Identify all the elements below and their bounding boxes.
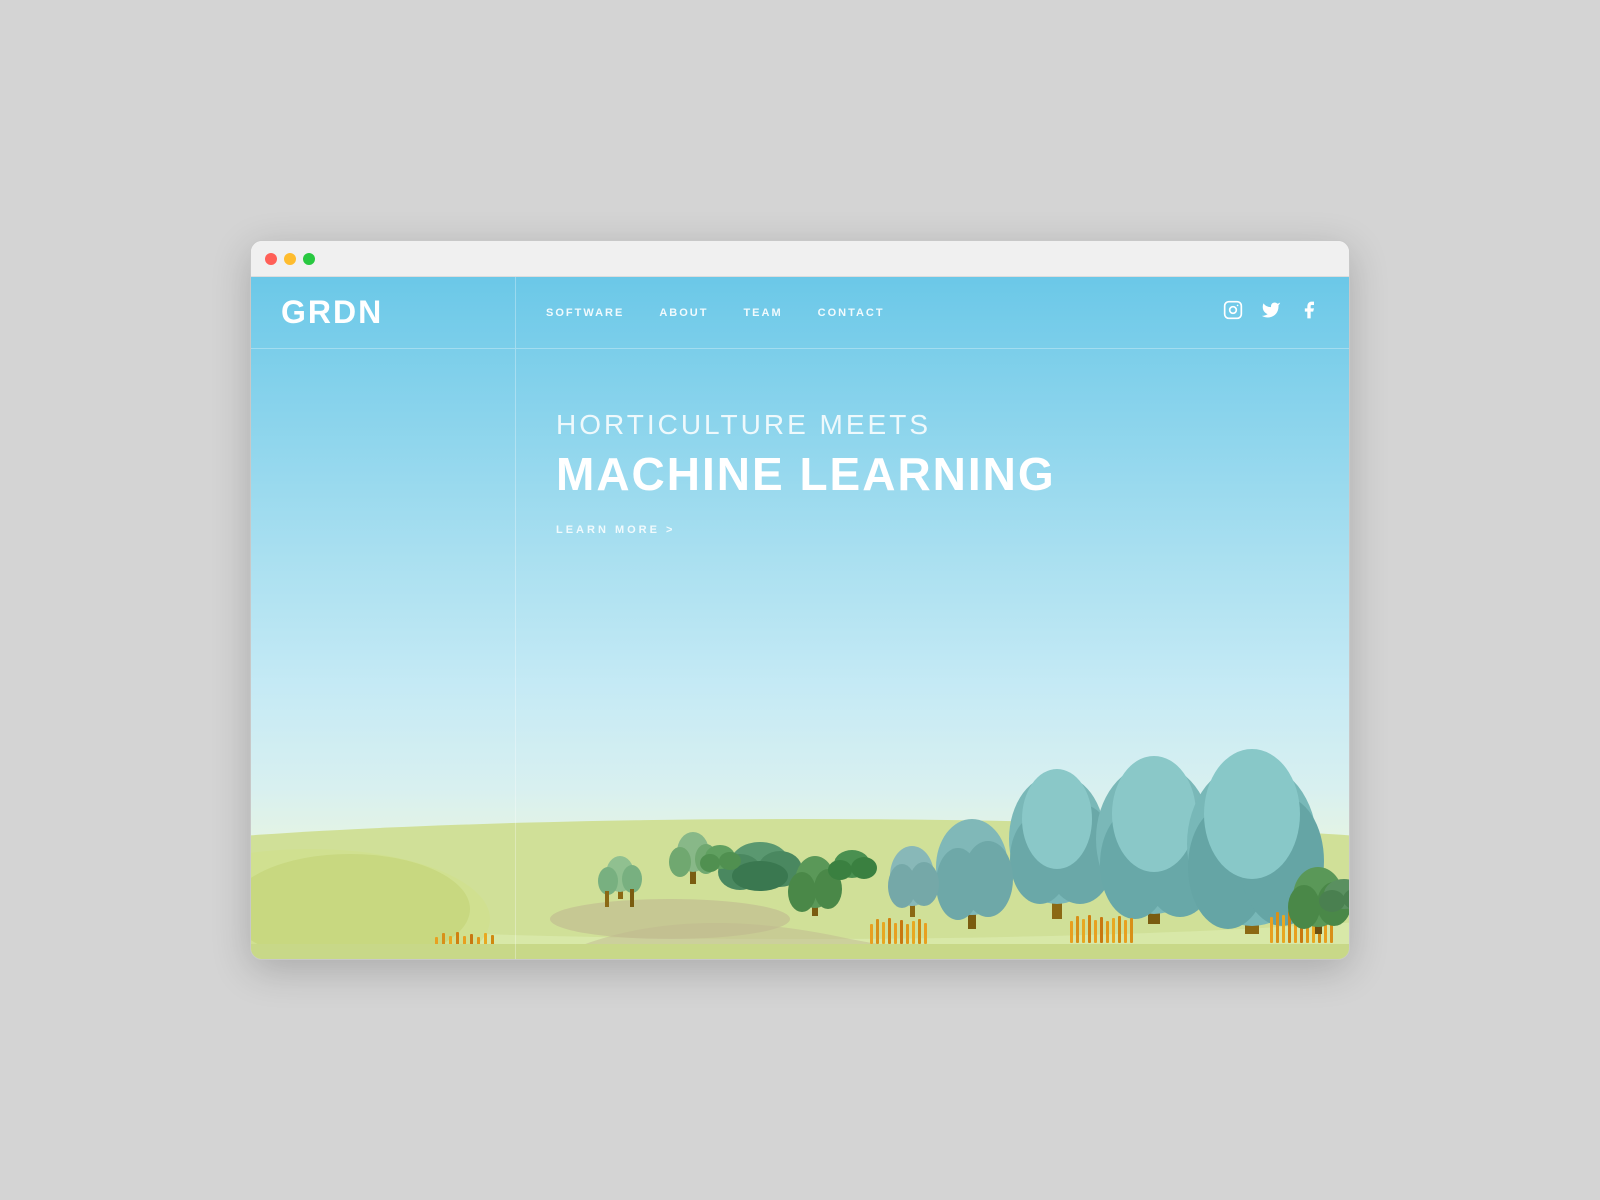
nav-team[interactable]: TEAM [743, 307, 782, 319]
instagram-icon[interactable] [1223, 300, 1243, 325]
site-header: GRDN SOFTWARE ABOUT TEAM CONTACT [251, 277, 1349, 349]
website-content: GRDN SOFTWARE ABOUT TEAM CONTACT [251, 277, 1349, 959]
twitter-icon[interactable] [1261, 300, 1281, 325]
site-logo[interactable]: GRDN [281, 294, 383, 331]
right-column: HORTICULTURE MEETS MACHINE LEARNING LEAR… [516, 349, 1349, 959]
traffic-light-yellow[interactable] [284, 253, 296, 265]
browser-titlebar [251, 241, 1349, 277]
nav-software[interactable]: SOFTWARE [546, 307, 624, 319]
social-section [1193, 277, 1349, 348]
logo-section: GRDN [251, 277, 516, 348]
nav-contact[interactable]: CONTACT [818, 307, 885, 319]
nav-about[interactable]: ABOUT [659, 307, 708, 319]
nav-section: SOFTWARE ABOUT TEAM CONTACT [516, 277, 1193, 348]
hero-title: MACHINE LEARNING [556, 449, 1309, 500]
hero-subtitle: HORTICULTURE MEETS [556, 409, 1309, 441]
content-area: HORTICULTURE MEETS MACHINE LEARNING LEAR… [251, 349, 1349, 959]
browser-window: GRDN SOFTWARE ABOUT TEAM CONTACT [250, 240, 1350, 960]
facebook-icon[interactable] [1299, 300, 1319, 325]
traffic-light-red[interactable] [265, 253, 277, 265]
traffic-light-green[interactable] [303, 253, 315, 265]
left-column [251, 349, 516, 959]
learn-more-cta[interactable]: LEARN MORE > [556, 524, 1309, 536]
